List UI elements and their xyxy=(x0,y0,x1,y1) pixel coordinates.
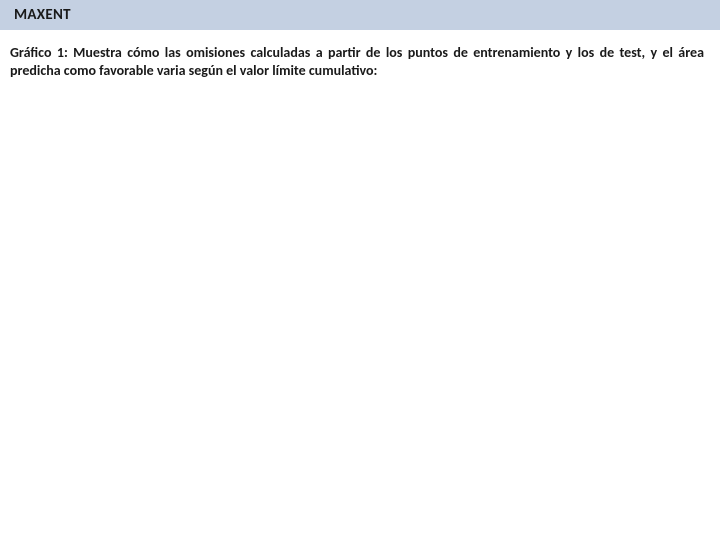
header-bar: MAXENT xyxy=(0,0,720,30)
body-paragraph: Gráfico 1: Muestra cómo las omisiones ca… xyxy=(0,30,720,79)
header-title: MAXENT xyxy=(14,6,71,24)
slide: MAXENT Gráfico 1: Muestra cómo las omisi… xyxy=(0,0,720,540)
